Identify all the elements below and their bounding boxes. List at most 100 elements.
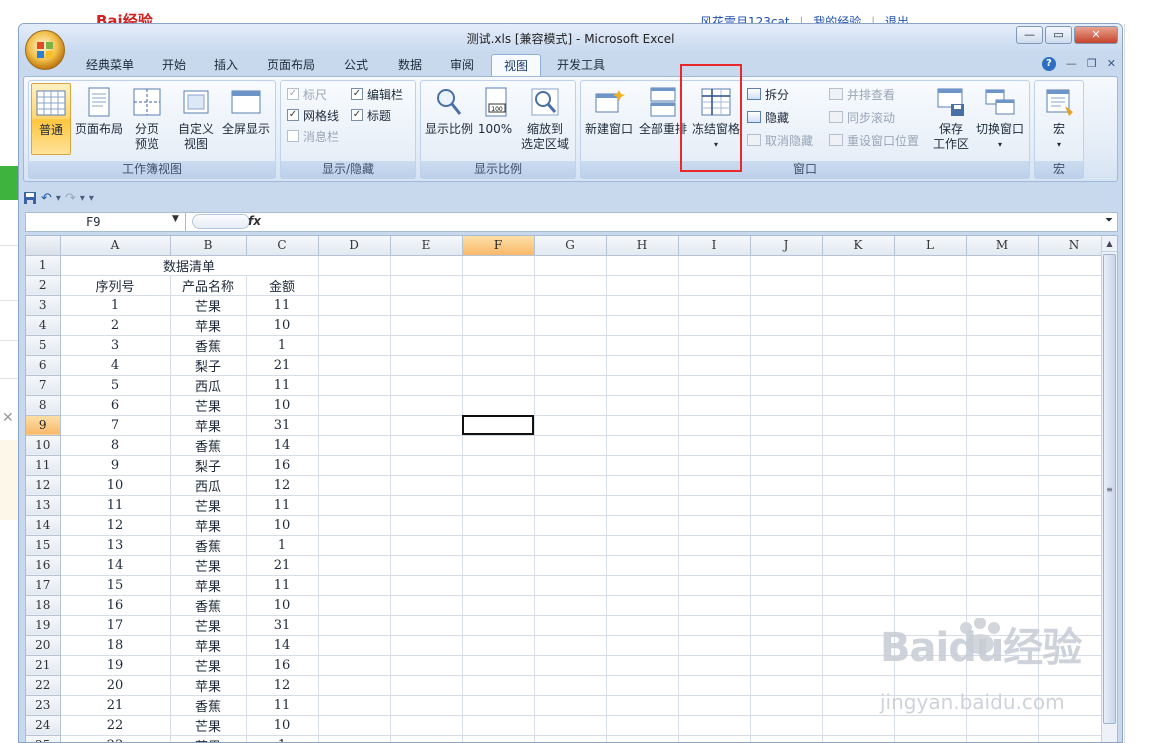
cell[interactable] [966, 275, 1039, 296]
data-cell[interactable]: 19 [60, 655, 171, 676]
cell[interactable] [318, 335, 391, 356]
cell[interactable] [534, 415, 607, 436]
row-header[interactable]: 25 [26, 735, 61, 742]
cell[interactable] [318, 695, 391, 716]
column-header-b[interactable]: B [170, 236, 247, 256]
help-icon[interactable]: ? [1041, 57, 1056, 71]
data-cell[interactable]: 芒果 [170, 555, 247, 576]
switch-windows-button[interactable]: 切换窗口 ▾ [973, 83, 1027, 155]
unhide-button[interactable]: 取消隐藏 [747, 131, 813, 149]
cell[interactable] [1038, 595, 1111, 616]
cell[interactable] [462, 315, 535, 336]
data-cell[interactable]: 香蕉 [170, 535, 247, 556]
cell[interactable] [966, 715, 1039, 736]
data-cell[interactable]: 18 [60, 635, 171, 656]
data-cell[interactable]: 8 [60, 435, 171, 456]
message-bar-checkbox[interactable]: 消息栏 [287, 127, 339, 145]
cell[interactable] [894, 375, 967, 396]
data-cell[interactable]: 5 [60, 375, 171, 396]
data-cell[interactable]: 1 [60, 295, 171, 316]
row-header[interactable]: 15 [26, 535, 61, 556]
cell[interactable] [462, 735, 535, 742]
cell[interactable] [966, 395, 1039, 416]
cell[interactable] [678, 715, 751, 736]
cell[interactable] [318, 675, 391, 696]
cell[interactable] [678, 695, 751, 716]
cell[interactable] [822, 575, 895, 596]
cell[interactable] [822, 535, 895, 556]
cell[interactable] [894, 415, 967, 436]
cell[interactable] [750, 555, 823, 576]
cell[interactable] [750, 655, 823, 676]
tab-formulas[interactable]: 公式 [335, 54, 377, 76]
cell[interactable] [966, 435, 1039, 456]
column-header-l[interactable]: L [894, 236, 967, 256]
customize-qat-icon[interactable]: ▾ [89, 193, 94, 204]
header-cell[interactable]: 产品名称 [170, 275, 247, 296]
cell[interactable] [390, 295, 463, 316]
data-cell[interactable]: 10 [246, 715, 319, 736]
cell[interactable] [390, 255, 463, 276]
cell[interactable] [894, 475, 967, 496]
data-cell[interactable]: 苹果 [170, 315, 247, 336]
data-cell[interactable]: 31 [246, 615, 319, 636]
data-cell[interactable]: 11 [60, 495, 171, 516]
row-header[interactable]: 23 [26, 695, 61, 716]
data-cell[interactable]: 11 [246, 295, 319, 316]
column-header-d[interactable]: D [318, 236, 391, 256]
cell[interactable] [966, 335, 1039, 356]
column-header-f[interactable]: F [462, 236, 535, 256]
cell[interactable] [606, 455, 679, 476]
data-cell[interactable]: 苹果 [170, 735, 247, 742]
cell[interactable] [534, 315, 607, 336]
cell[interactable] [750, 335, 823, 356]
cell[interactable] [966, 355, 1039, 376]
cell[interactable] [678, 435, 751, 456]
data-cell[interactable]: 芒果 [170, 715, 247, 736]
cell[interactable] [606, 575, 679, 596]
cell[interactable] [390, 715, 463, 736]
cell[interactable] [534, 375, 607, 396]
cell[interactable] [1038, 315, 1111, 336]
tab-classic-menu[interactable]: 经典菜单 [79, 54, 141, 76]
cell[interactable] [966, 735, 1039, 742]
cell[interactable] [1038, 415, 1111, 436]
office-button[interactable] [25, 30, 65, 70]
cell[interactable] [966, 415, 1039, 436]
cell[interactable] [462, 635, 535, 656]
row-header[interactable]: 2 [26, 275, 61, 296]
cell[interactable] [606, 495, 679, 516]
tab-page-layout[interactable]: 页面布局 [259, 54, 323, 76]
column-header-n[interactable]: N [1038, 236, 1111, 256]
cell[interactable] [678, 515, 751, 536]
row-header[interactable]: 11 [26, 455, 61, 476]
cell[interactable] [750, 295, 823, 316]
custom-views-button[interactable]: 自定义 视图 [175, 83, 217, 155]
cell[interactable] [894, 355, 967, 376]
cell[interactable] [390, 355, 463, 376]
expand-formula-bar-icon[interactable]: ⏷ [1105, 215, 1113, 226]
cell[interactable] [606, 255, 679, 276]
row-header[interactable]: 5 [26, 335, 61, 356]
scroll-thumb[interactable]: ≡ [1103, 254, 1116, 724]
cell[interactable] [750, 255, 823, 276]
cell[interactable] [966, 315, 1039, 336]
headings-checkbox[interactable]: ✓ 标题 [351, 106, 391, 124]
cell[interactable] [822, 435, 895, 456]
row-header[interactable]: 14 [26, 515, 61, 536]
cell[interactable] [318, 615, 391, 636]
cell[interactable] [606, 315, 679, 336]
cell[interactable] [390, 335, 463, 356]
formula-bar-checkbox[interactable]: ✓ 编辑栏 [351, 85, 403, 103]
data-cell[interactable]: 11 [246, 575, 319, 596]
cell[interactable] [822, 515, 895, 536]
cell[interactable] [390, 695, 463, 716]
cell[interactable] [318, 455, 391, 476]
cell[interactable] [606, 735, 679, 742]
cell[interactable] [1038, 715, 1111, 736]
data-cell[interactable]: 22 [60, 715, 171, 736]
cell[interactable] [894, 495, 967, 516]
data-cell[interactable]: 梨子 [170, 355, 247, 376]
data-cell[interactable]: 10 [246, 315, 319, 336]
cell[interactable] [462, 615, 535, 636]
